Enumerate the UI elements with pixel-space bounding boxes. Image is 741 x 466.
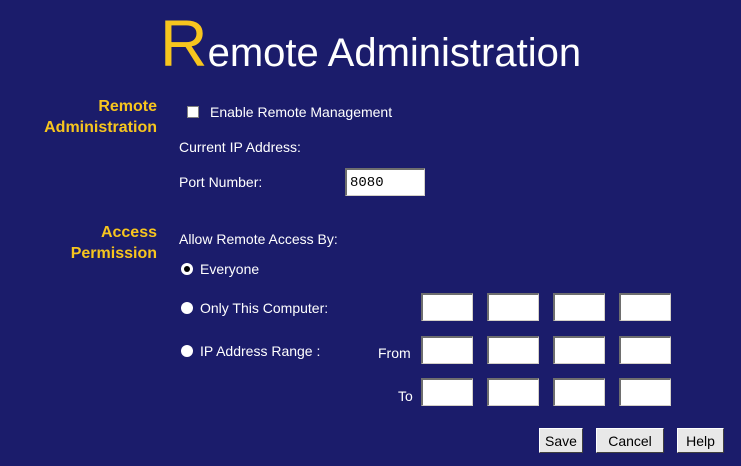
- cancel-button[interactable]: Cancel: [596, 428, 664, 453]
- ip-address-range-label: IP Address Range :: [200, 343, 321, 359]
- page-title: Remote Administration: [0, 8, 741, 88]
- everyone-label: Everyone: [200, 261, 260, 277]
- to-label: To: [398, 388, 413, 404]
- range-from-ip-octet-3[interactable]: [553, 336, 605, 364]
- range-from-ip-octet-4[interactable]: [619, 336, 671, 364]
- range-to-ip-octet-1[interactable]: [421, 378, 473, 406]
- section-label-line: Permission: [70, 245, 157, 262]
- port-number-input[interactable]: [345, 168, 425, 196]
- only-this-computer-radio[interactable]: [181, 302, 193, 314]
- range-to-ip-octet-3[interactable]: [553, 378, 605, 406]
- enable-remote-management-label: Enable Remote Management: [210, 104, 393, 120]
- only-this-computer-ip-octet-2[interactable]: [487, 293, 539, 321]
- remote-administration-section-label: Remote Administration: [44, 96, 157, 138]
- access-permission-section-label: Access Permission: [71, 222, 157, 264]
- section-label-line: Administration: [44, 119, 157, 136]
- only-this-computer-label: Only This Computer:: [200, 300, 329, 316]
- range-from-ip-octet-1[interactable]: [421, 336, 473, 364]
- only-this-computer-ip-octet-4[interactable]: [619, 293, 671, 321]
- section-label-line: Access: [100, 224, 157, 241]
- range-from-ip-octet-2[interactable]: [487, 336, 539, 364]
- current-ip-address-label: Current IP Address:: [179, 139, 301, 155]
- help-button[interactable]: Help: [677, 428, 724, 453]
- only-this-computer-ip-octet-1[interactable]: [421, 293, 473, 321]
- page-title-initial: R: [159, 6, 208, 80]
- ip-address-range-radio[interactable]: [181, 345, 193, 357]
- enable-remote-management-checkbox[interactable]: [187, 106, 199, 118]
- page-title-rest: emote Administration: [207, 31, 582, 75]
- section-label-line: Remote: [98, 98, 157, 115]
- from-label: From: [378, 345, 411, 361]
- range-to-ip-octet-2[interactable]: [487, 378, 539, 406]
- everyone-radio[interactable]: [181, 263, 193, 275]
- port-number-label: Port Number:: [179, 174, 263, 190]
- range-to-ip-octet-4[interactable]: [619, 378, 671, 406]
- allow-remote-access-label: Allow Remote Access By:: [179, 231, 338, 247]
- only-this-computer-ip-octet-3[interactable]: [553, 293, 605, 321]
- save-button[interactable]: Save: [539, 428, 583, 453]
